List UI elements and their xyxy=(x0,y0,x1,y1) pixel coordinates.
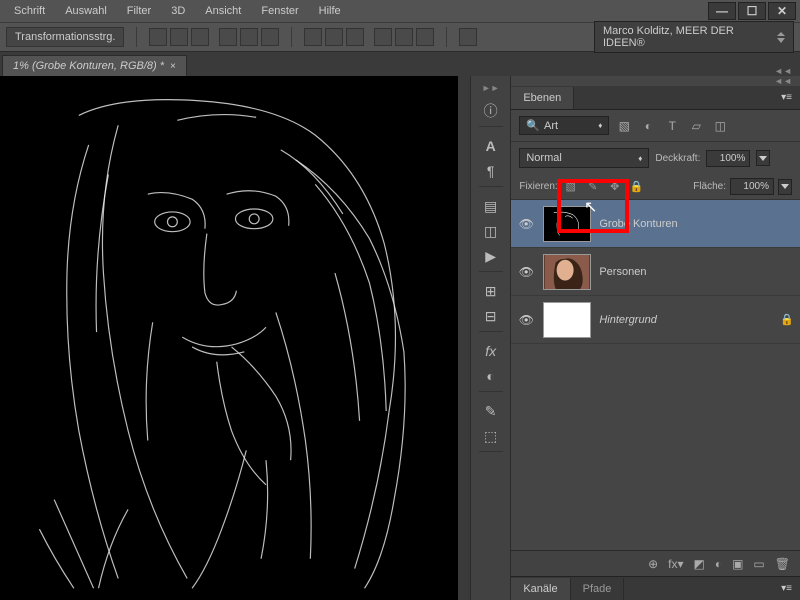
brush-panel-icon[interactable]: ✎ xyxy=(479,400,503,422)
filter-smart-icon[interactable]: ◫ xyxy=(711,117,729,135)
align-vcenter-icon[interactable] xyxy=(170,28,188,46)
distribute-bottom-icon[interactable] xyxy=(346,28,364,46)
canvas[interactable] xyxy=(0,76,458,600)
panel-menu-icon[interactable]: ▾≡ xyxy=(773,92,800,103)
document-tab-label: 1% (Grobe Konturen, RGB/8) * xyxy=(13,60,164,72)
info-panel-icon[interactable]: ⓘ xyxy=(479,100,503,122)
layer-name-label: Hintergrund xyxy=(599,314,656,326)
auto-align-icon[interactable] xyxy=(459,28,477,46)
close-button[interactable]: ✕ xyxy=(768,2,796,20)
blend-mode-dropdown[interactable]: Normal ♦ xyxy=(519,148,649,168)
filter-type-icon[interactable]: T xyxy=(663,117,681,135)
distribute-left-icon[interactable] xyxy=(374,28,392,46)
adjustments-panel-icon[interactable]: ◐ xyxy=(479,365,503,387)
align-left-icon[interactable] xyxy=(219,28,237,46)
visibility-toggle-icon[interactable]: 👁 xyxy=(517,265,535,279)
align-group-2 xyxy=(219,28,279,46)
tab-ebenen[interactable]: Ebenen xyxy=(511,87,574,109)
search-icon: 🔍 xyxy=(526,119,540,132)
distribute-group-2 xyxy=(374,28,434,46)
styles-panel-icon[interactable]: fx xyxy=(479,340,503,362)
transform-controls-button[interactable]: Transformationsstrg. xyxy=(6,27,124,47)
add-mask-icon[interactable]: ◩ xyxy=(693,557,704,571)
opacity-slider-toggle[interactable] xyxy=(756,150,770,166)
filter-shape-icon[interactable]: ▱ xyxy=(687,117,705,135)
lock-indicator-icon: 🔒 xyxy=(780,313,794,326)
align-top-icon[interactable] xyxy=(149,28,167,46)
distribute-top-icon[interactable] xyxy=(304,28,322,46)
layers-panel-footer: ⊕ fx▾ ◩ ◐ ▣ ▭ 🗑 xyxy=(511,550,800,576)
maximize-button[interactable]: ☐ xyxy=(738,2,766,20)
options-bar: Transformationsstrg. Marco Kolditz, MEER… xyxy=(0,22,800,52)
visibility-toggle-icon[interactable]: 👁 xyxy=(517,313,535,327)
tab-pfade[interactable]: Pfade xyxy=(571,578,625,600)
visibility-toggle-icon[interactable]: 👁 xyxy=(517,217,535,231)
document-tab-bar: 1% (Grobe Konturen, RGB/8) * × ◄◄ xyxy=(0,52,800,76)
link-layers-icon[interactable]: ⊕ xyxy=(648,557,658,571)
color-panel-icon[interactable]: ⊟ xyxy=(479,305,503,327)
character-panel-icon[interactable]: A xyxy=(479,135,503,157)
workspace-preset-label: Marco Kolditz, MEER DER IDEEN® xyxy=(603,25,777,49)
paragraph-panel-icon[interactable]: ¶ xyxy=(479,160,503,182)
layers-panel: ◄◄ Ebenen ▾≡ 🔍 Art ♦ ▧ ◐ T ▱ ◫ Normal ♦ … xyxy=(511,76,800,600)
close-tab-icon[interactable]: × xyxy=(170,61,176,72)
canvas-scrollbar[interactable] xyxy=(458,76,470,600)
lock-label: Fixieren: xyxy=(519,181,557,192)
menu-auswahl[interactable]: Auswahl xyxy=(55,5,117,17)
layer-list: 👁 Grobe Konturen 👁 xyxy=(511,200,800,550)
align-hcenter-icon[interactable] xyxy=(240,28,258,46)
fill-value[interactable]: 100% xyxy=(730,178,774,195)
tab-kanale[interactable]: Kanäle xyxy=(511,578,570,600)
tool-preset-icon[interactable]: ⬚ xyxy=(479,425,503,447)
opacity-value[interactable]: 100% xyxy=(706,150,750,167)
new-group-icon[interactable]: ▣ xyxy=(732,557,743,571)
minimize-button[interactable]: — xyxy=(708,2,736,20)
collapsed-panel-dock: ►► ⓘ A ¶ ▤ ◫ ▶ ⊞ ⊟ fx ◐ ✎ ⬚ xyxy=(470,76,511,600)
workspace-preset-dropdown[interactable]: Marco Kolditz, MEER DER IDEEN® xyxy=(594,21,794,53)
panel-icon-2[interactable]: ◫ xyxy=(479,220,503,242)
fill-slider-toggle[interactable] xyxy=(778,179,792,195)
new-layer-icon[interactable]: ▭ xyxy=(753,557,764,571)
distribute-group-1 xyxy=(304,28,364,46)
menu-fenster[interactable]: Fenster xyxy=(251,5,308,17)
align-right-icon[interactable] xyxy=(261,28,279,46)
filter-adjust-icon[interactable]: ◐ xyxy=(639,117,657,135)
swatches-panel-icon[interactable]: ⊞ xyxy=(479,280,503,302)
align-bottom-icon[interactable] xyxy=(191,28,209,46)
delete-layer-icon[interactable]: 🗑 xyxy=(775,557,790,571)
distribute-right-icon[interactable] xyxy=(416,28,434,46)
document-tab[interactable]: 1% (Grobe Konturen, RGB/8) * × xyxy=(2,55,187,76)
menu-3d[interactable]: 3D xyxy=(161,5,195,17)
new-adjustment-icon[interactable]: ◐ xyxy=(715,557,722,571)
layer-row-personen[interactable]: 👁 Personen xyxy=(511,248,800,296)
layer-thumbnail[interactable] xyxy=(543,254,591,290)
layer-row-hintergrund[interactable]: 👁 Hintergrund 🔒 xyxy=(511,296,800,344)
distribute-hcenter-icon[interactable] xyxy=(395,28,413,46)
menu-bar: Schrift Auswahl Filter 3D Ansicht Fenste… xyxy=(0,0,800,22)
lock-all-icon[interactable]: 🔒 xyxy=(628,179,646,195)
layer-row-grobe-konturen[interactable]: 👁 Grobe Konturen xyxy=(511,200,800,248)
opacity-label: Deckkraft: xyxy=(655,153,700,164)
play-panel-icon[interactable]: ▶ xyxy=(479,245,503,267)
cursor-pointer-icon: ↖ xyxy=(584,197,597,217)
menu-hilfe[interactable]: Hilfe xyxy=(309,5,351,17)
layer-thumbnail[interactable] xyxy=(543,302,591,338)
collapse-arrows-icon[interactable]: ◄◄ xyxy=(766,66,800,76)
canvas-image-content xyxy=(0,76,458,592)
menu-schrift[interactable]: Schrift xyxy=(4,5,55,17)
menu-ansicht[interactable]: Ansicht xyxy=(195,5,251,17)
fill-label: Fläche: xyxy=(693,181,726,192)
panel-collapse-icon[interactable]: ◄◄ xyxy=(511,76,800,86)
align-group-1 xyxy=(149,28,209,46)
layer-name-label: Personen xyxy=(599,266,646,278)
expand-dock-icon[interactable]: ►► xyxy=(476,82,506,94)
distribute-vcenter-icon[interactable] xyxy=(325,28,343,46)
panel-icon-1[interactable]: ▤ xyxy=(479,195,503,217)
panel-menu-icon[interactable]: ▾≡ xyxy=(773,583,800,594)
layer-filter-kind[interactable]: 🔍 Art ♦ xyxy=(519,116,609,135)
menu-filter[interactable]: Filter xyxy=(117,5,161,17)
layer-fx-icon[interactable]: fx▾ xyxy=(668,557,683,571)
filter-pixel-icon[interactable]: ▧ xyxy=(615,117,633,135)
